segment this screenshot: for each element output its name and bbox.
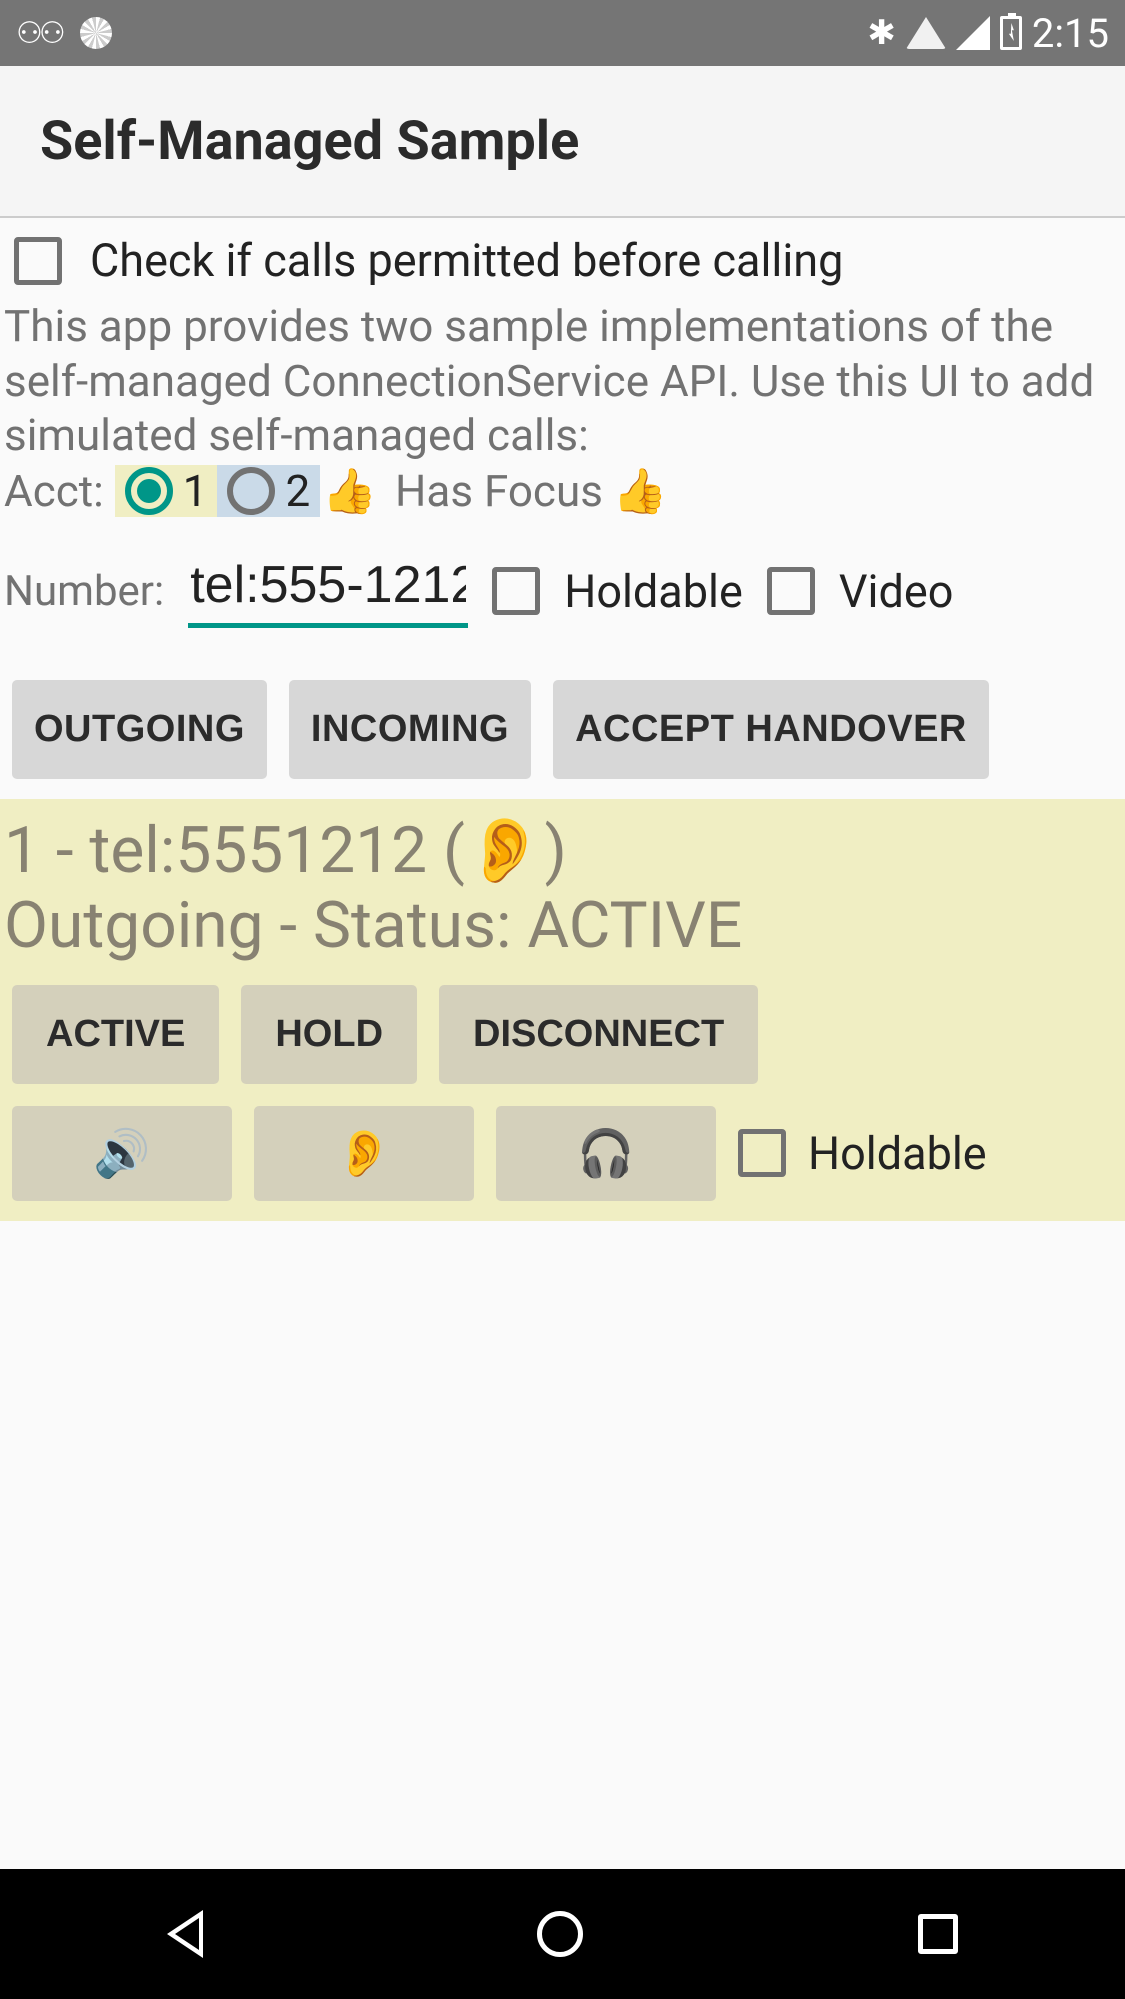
action-buttons-row: OUTGOING INCOMING ACCEPT HANDOVER (0, 638, 1125, 799)
headset-button[interactable]: 🎧 (496, 1106, 716, 1201)
cell-signal-icon (956, 16, 990, 50)
account-radio-2-label: 2 (285, 465, 310, 517)
status-bar: ⚇⚇ ✱ 2:15 (0, 0, 1125, 66)
number-label: Number: (4, 567, 164, 616)
account-label: Acct: (4, 465, 104, 517)
app-bar: Self-Managed Sample (0, 66, 1125, 218)
call-holdable-label: Holdable (808, 1127, 987, 1180)
clock-text: 2:15 (1032, 10, 1109, 57)
account-row: Acct: 1 2 👍 Has Focus 👍 (0, 463, 1125, 519)
ear-icon: 👂 (465, 813, 545, 888)
wifi-icon (906, 17, 946, 49)
sync-icon (80, 17, 112, 49)
number-input[interactable] (188, 555, 468, 628)
description-text: This app provides two sample implementat… (0, 299, 1125, 463)
account-radio-1[interactable]: 1 (115, 465, 218, 517)
accept-handover-button[interactable]: ACCEPT HANDOVER (553, 680, 989, 779)
permit-checkbox-label: Check if calls permitted before calling (90, 234, 843, 287)
page-title: Self-Managed Sample (40, 110, 579, 173)
voicemail-icon: ⚇⚇ (16, 16, 62, 51)
outgoing-button[interactable]: OUTGOING (12, 680, 267, 779)
number-row: Number: Holdable Video (0, 519, 1125, 638)
bluetooth-icon: ✱ (867, 13, 896, 53)
radio-icon (227, 467, 275, 515)
incoming-button[interactable]: INCOMING (289, 680, 531, 779)
holdable-checkbox[interactable] (492, 567, 540, 615)
nav-back-button[interactable] (167, 1910, 203, 1958)
account-radio-2[interactable]: 2 (217, 465, 320, 517)
call-status-line: Outgoing - Status: ACTIVE (0, 888, 1125, 963)
navigation-bar (0, 1869, 1125, 1999)
speaker-button[interactable]: 🔊 (12, 1106, 232, 1201)
thumbs-up-icon: 👍 (322, 465, 377, 517)
battery-charging-icon (1000, 16, 1022, 50)
permit-checkbox[interactable] (14, 237, 62, 285)
permit-checkbox-row[interactable]: Check if calls permitted before calling (0, 218, 1125, 299)
call-title: 1 - tel:5551212 ( 👂 ) (0, 813, 1125, 888)
has-focus-label: Has Focus (395, 465, 603, 517)
hold-button[interactable]: HOLD (241, 985, 417, 1084)
video-checkbox[interactable] (767, 567, 815, 615)
holdable-label: Holdable (564, 565, 743, 618)
video-label: Video (839, 565, 954, 618)
thumbs-up-icon: 👍 (613, 465, 668, 517)
call-card: 1 - tel:5551212 ( 👂 ) Outgoing - Status:… (0, 799, 1125, 1221)
disconnect-button[interactable]: DISCONNECT (439, 985, 758, 1084)
account-radio-1-label: 1 (183, 465, 208, 517)
call-holdable-checkbox[interactable] (738, 1129, 786, 1177)
nav-recents-button[interactable] (918, 1914, 958, 1954)
earpiece-button[interactable]: 👂 (254, 1106, 474, 1201)
active-button[interactable]: ACTIVE (12, 985, 219, 1084)
nav-home-button[interactable] (537, 1911, 583, 1957)
radio-icon (125, 467, 173, 515)
